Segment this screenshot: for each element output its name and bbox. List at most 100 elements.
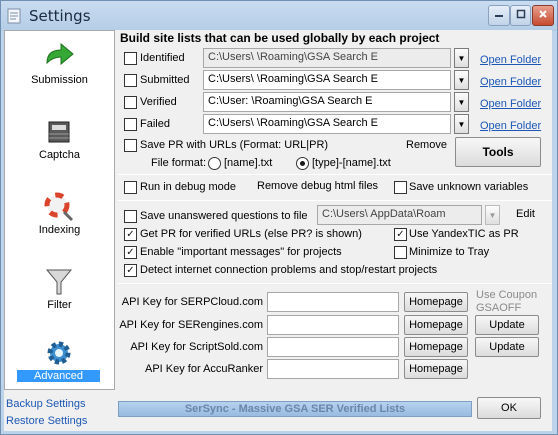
save-pr-label: Save PR with URLs (Format: URL|PR) [140,139,329,151]
verified-dropdown[interactable]: ▼ [454,92,469,112]
minimize-button[interactable] [488,5,510,26]
tools-button[interactable]: Tools [455,137,541,167]
failed-open-folder-link[interactable]: Open Folder [480,120,541,132]
failed-checkbox[interactable] [124,118,137,131]
verified-path-field[interactable]: C:\User: \Roaming\GSA Search E [203,92,451,112]
ok-button[interactable]: OK [477,397,541,419]
identified-dropdown[interactable]: ▼ [454,48,469,68]
remove-debug-files-link[interactable]: Remove debug html files [257,180,378,192]
minimize-icon [494,9,504,22]
detect-internet-checkbox[interactable]: ✓ [124,264,137,277]
verified-label: Verified [140,96,177,108]
sidebar-item-label: Filter [47,299,72,311]
captcha-icon [43,116,75,148]
minimize-tray-checkbox[interactable] [394,246,407,259]
global-lists-heading: Build site lists that can be used global… [120,31,440,45]
sidebar: Submission Captcha Indexing Filter Advan… [4,30,115,390]
sidebar-item-submission[interactable]: Submission [5,35,114,105]
sidebar-item-captcha[interactable]: Captcha [5,110,114,180]
close-button[interactable] [532,5,554,26]
minimize-tray-label: Minimize to Tray [409,246,490,258]
coupon-code: GSAOFF [476,302,522,314]
get-pr-label: Get PR for verified URLs (else PR? is sh… [140,228,362,240]
submitted-open-folder-link[interactable]: Open Folder [480,76,541,88]
serengines-key-input[interactable] [267,315,399,335]
triangle-down-icon: ▼ [457,97,466,107]
unanswered-path-dropdown[interactable]: ▼ [485,205,500,225]
file-format-label: File format: [151,157,207,169]
accuranker-key-label: API Key for AccuRanker [145,363,263,375]
triangle-down-icon: ▼ [488,210,497,220]
run-debug-checkbox[interactable] [124,181,137,194]
close-icon [538,9,548,22]
submitted-dropdown[interactable]: ▼ [454,70,469,90]
scriptsold-update-button[interactable]: Update [475,337,539,357]
format-name-radio[interactable] [208,157,221,170]
maximize-button[interactable] [510,5,531,26]
sidebar-item-label: Captcha [39,149,80,161]
save-unknown-label: Save unknown variables [409,181,529,193]
serengines-homepage-button[interactable]: Homepage [404,315,468,335]
submitted-path-field[interactable]: C:\Users\ \Roaming\GSA Search E [203,70,451,90]
triangle-down-icon: ▼ [457,119,466,129]
important-messages-label: Enable "important messages" for projects [140,246,342,258]
sidebar-item-advanced[interactable]: Advanced [5,331,114,401]
accuranker-homepage-button[interactable]: Homepage [404,359,468,379]
sidebar-item-filter[interactable]: Filter [5,260,114,330]
failed-path-field[interactable]: C:\Users\ \Roaming\GSA Search E [203,114,451,134]
serpcloud-key-label: API Key for SERPCloud.com [121,296,263,308]
divider [118,174,552,175]
save-unanswered-checkbox[interactable] [124,210,137,223]
serengines-key-label: API Key for SERengines.com [119,319,263,331]
backup-settings-link[interactable]: Backup Settings [6,396,87,413]
identified-open-folder-link[interactable]: Open Folder [480,54,541,66]
use-yandex-checkbox[interactable]: ✓ [394,228,407,241]
format-type-name-label: [type]-[name].txt [312,157,391,169]
coupon-label: Use Coupon [476,289,538,301]
divider [118,200,552,201]
verified-checkbox[interactable] [124,96,137,109]
triangle-down-icon: ▼ [457,75,466,85]
unanswered-path-field[interactable]: C:\Users\ AppData\Roam [317,205,482,225]
identified-checkbox[interactable] [124,52,137,65]
save-pr-checkbox[interactable] [124,139,137,152]
lifebuoy-icon [43,191,75,223]
funnel-icon [43,266,75,298]
edit-link[interactable]: Edit [516,208,535,220]
sidebar-item-label: Advanced [17,370,100,382]
green-arrow-icon [43,41,75,73]
get-pr-checkbox[interactable]: ✓ [124,228,137,241]
save-unknown-checkbox[interactable] [394,181,407,194]
important-messages-checkbox[interactable]: ✓ [124,246,137,259]
detect-internet-label: Detect internet connection problems and … [140,264,438,276]
scriptsold-key-label: API Key for ScriptSold.com [130,341,263,353]
submitted-checkbox[interactable] [124,74,137,87]
failed-dropdown[interactable]: ▼ [454,114,469,134]
sidebar-links: Backup Settings Restore Settings [6,396,87,430]
identified-label: Identified [140,52,185,64]
format-type-name-radio[interactable] [296,157,309,170]
title-bar: Settings [1,1,557,31]
sidebar-item-label: Submission [31,74,88,86]
submitted-label: Submitted [140,74,190,86]
scriptsold-key-input[interactable] [267,337,399,357]
run-debug-label: Run in debug mode [140,181,237,193]
divider [118,283,552,284]
window-title: Settings [29,7,91,25]
gear-icon [43,337,75,369]
serpcloud-homepage-button[interactable]: Homepage [404,292,468,312]
accuranker-key-input[interactable] [267,359,399,379]
restore-settings-link[interactable]: Restore Settings [6,413,87,430]
identified-path-field[interactable]: C:\Users\ \Roaming\GSA Search E [203,48,451,68]
use-yandex-label: Use YandexTIC as PR [409,228,519,240]
verified-open-folder-link[interactable]: Open Folder [480,98,541,110]
format-name-label: [name].txt [224,157,273,169]
failed-label: Failed [140,118,170,130]
sidebar-item-indexing[interactable]: Indexing [5,185,114,255]
serpcloud-key-input[interactable] [267,292,399,312]
scriptsold-homepage-button[interactable]: Homepage [404,337,468,357]
sersync-banner[interactable]: SerSync - Massive GSA SER Verified Lists [118,401,472,417]
app-icon [7,8,21,24]
serengines-update-button[interactable]: Update [475,315,539,335]
remove-label[interactable]: Remove [406,139,447,151]
